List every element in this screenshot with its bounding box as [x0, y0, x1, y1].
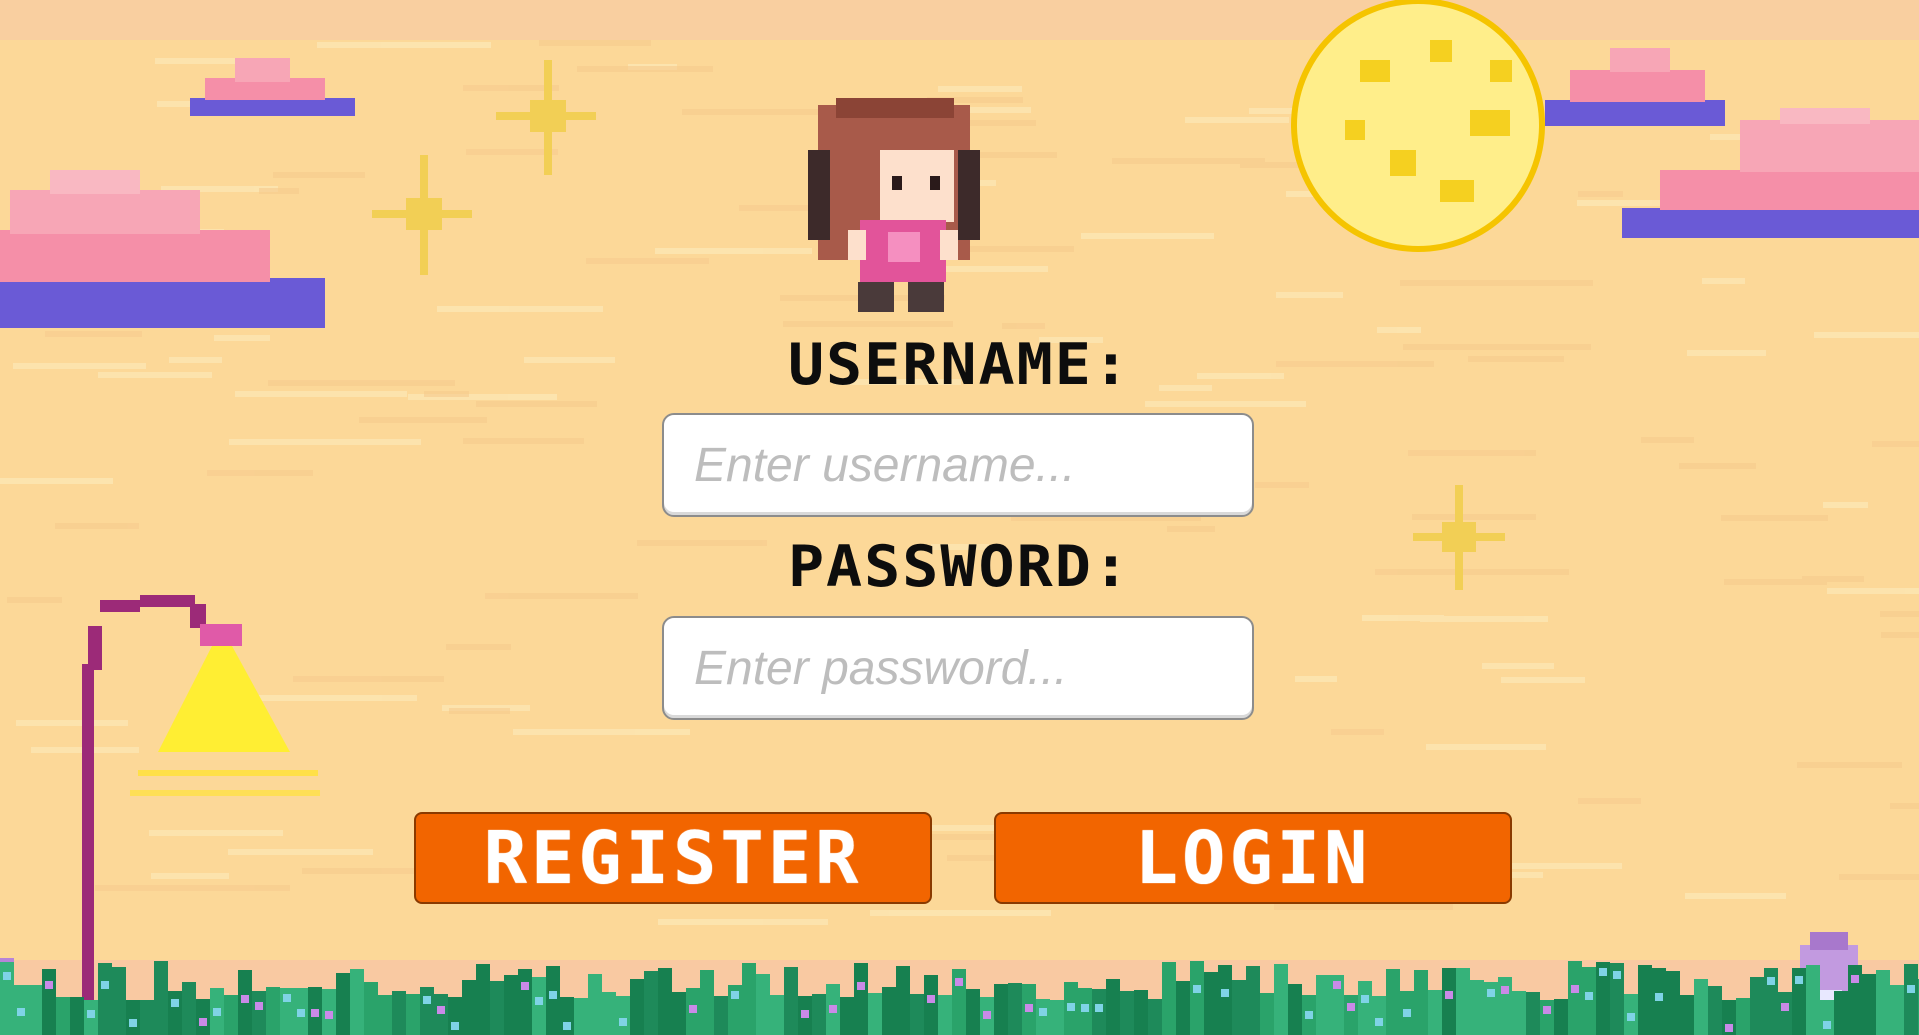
password-input[interactable] [662, 616, 1254, 720]
username-label: USERNAME: [787, 331, 1132, 399]
username-input[interactable] [662, 413, 1254, 517]
moon [1291, 0, 1545, 252]
password-label: PASSWORD: [787, 533, 1132, 601]
background-scene [0, 0, 1919, 1035]
register-button[interactable]: REGISTER [414, 812, 932, 904]
login-button[interactable]: LOGIN [994, 812, 1512, 904]
